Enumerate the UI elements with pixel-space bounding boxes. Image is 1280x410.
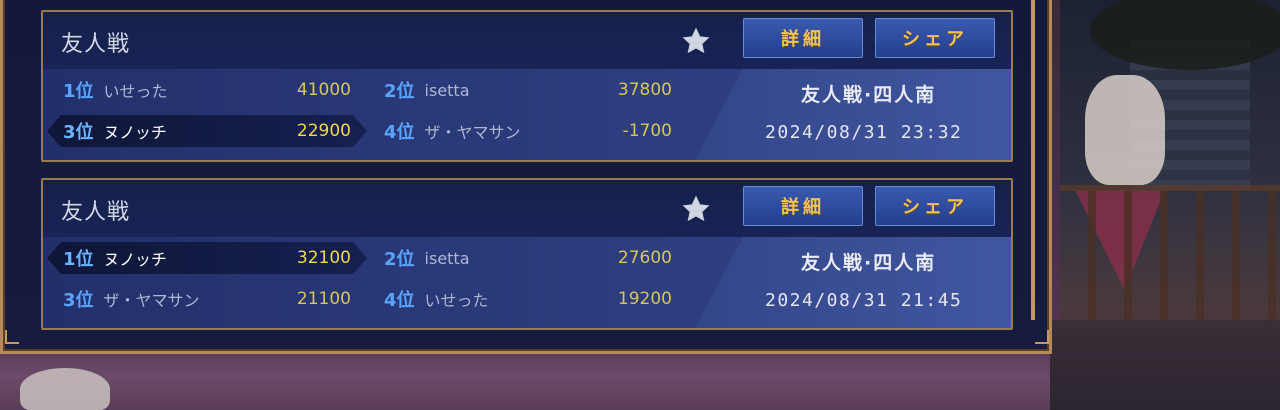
match-datetime: 2024/08/31 23:32 xyxy=(765,122,963,143)
player-name: いせった xyxy=(103,82,168,101)
match-title: 友人戦 xyxy=(61,32,131,57)
match-mode: 友人戦·四人南 xyxy=(801,84,937,106)
player-score: 32100 xyxy=(296,248,351,268)
match-card-header xyxy=(43,12,1011,69)
player-name: isetta xyxy=(424,80,470,100)
star-icon[interactable] xyxy=(679,192,713,226)
player-row: 1位 いせった 41000 xyxy=(47,74,367,106)
player-rank: 1位 xyxy=(63,81,94,102)
background-railing xyxy=(1060,185,1280,326)
panel-corner-ornament xyxy=(1035,330,1049,344)
player-row-self: 1位 ヌノッチ 32100 xyxy=(47,242,367,274)
player-name: isetta xyxy=(424,248,470,268)
star-icon[interactable] xyxy=(679,24,713,58)
share-button[interactable]: シェア xyxy=(875,186,995,226)
match-card-header xyxy=(43,180,1011,237)
player-row: 2位 isetta 37800 xyxy=(368,74,688,106)
player-score: 19200 xyxy=(617,289,672,309)
player-row: 3位 ザ・ヤマサン 21100 xyxy=(47,283,367,315)
background-floor-right xyxy=(1050,320,1280,410)
player-row: 2位 isetta 27600 xyxy=(368,242,688,274)
player-score: 37800 xyxy=(617,80,672,100)
player-rank: 4位 xyxy=(384,122,415,143)
background-teapot xyxy=(20,368,110,410)
scrollbar[interactable] xyxy=(1031,0,1035,320)
player-rank: 2位 xyxy=(384,81,415,102)
detail-button[interactable]: 詳細 xyxy=(743,186,863,226)
player-score: 41000 xyxy=(296,80,351,100)
match-title: 友人戦 xyxy=(61,200,131,225)
player-score: 21100 xyxy=(296,289,351,309)
detail-button[interactable]: 詳細 xyxy=(743,18,863,58)
player-name: いせった xyxy=(424,291,489,310)
player-score: 27600 xyxy=(617,248,672,268)
player-score: -1700 xyxy=(622,121,672,141)
player-row-self: 3位 ヌノッチ 22900 xyxy=(47,115,367,147)
background-lucky-cat xyxy=(1085,75,1165,185)
player-name: ザ・ヤマサン xyxy=(424,123,521,142)
player-score: 22900 xyxy=(296,121,351,141)
match-card[interactable]: 友人戦 詳細 シェア 1位 いせった 41000 2位 isetta 37800… xyxy=(41,10,1013,162)
player-name: ヌノッチ xyxy=(103,250,167,269)
player-rank: 3位 xyxy=(63,122,94,143)
panel-corner-ornament xyxy=(5,330,19,344)
match-datetime: 2024/08/31 21:45 xyxy=(765,290,963,311)
player-rank: 2位 xyxy=(384,249,415,270)
player-rank: 1位 xyxy=(63,249,94,270)
share-button[interactable]: シェア xyxy=(875,18,995,58)
match-card[interactable]: 友人戦 詳細 シェア 1位 ヌノッチ 32100 2位 isetta 27600… xyxy=(41,178,1013,330)
player-name: ヌノッチ xyxy=(103,123,167,142)
match-mode: 友人戦·四人南 xyxy=(801,252,937,274)
player-row: 4位 ザ・ヤマサン -1700 xyxy=(368,115,688,147)
match-history-panel: 友人戦 詳細 シェア 1位 いせった 41000 2位 isetta 37800… xyxy=(0,0,1052,354)
player-name: ザ・ヤマサン xyxy=(103,291,200,310)
player-row: 4位 いせった 19200 xyxy=(368,283,688,315)
player-rank: 4位 xyxy=(384,290,415,311)
player-rank: 3位 xyxy=(63,290,94,311)
